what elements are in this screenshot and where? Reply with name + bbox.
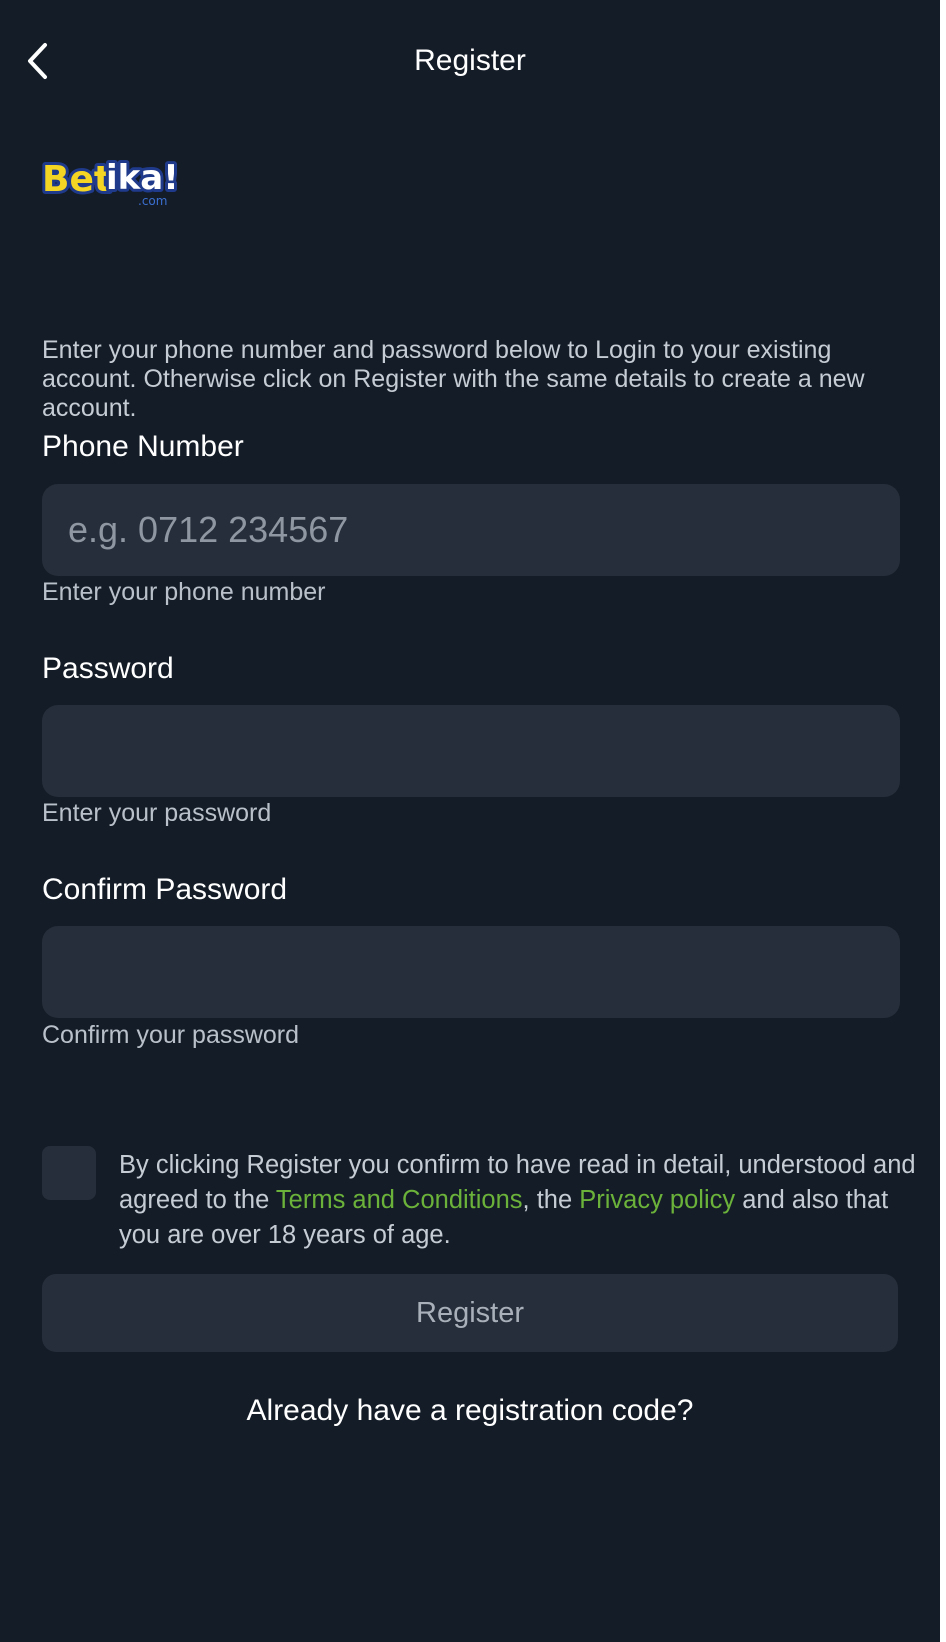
phone-number-field-box bbox=[42, 484, 900, 576]
logo-domain-text: .com bbox=[138, 194, 167, 208]
terms-checkbox[interactable] bbox=[42, 1146, 96, 1200]
betika-logo: Bet ika! .com bbox=[40, 155, 182, 208]
logo-bet-text: Bet bbox=[42, 159, 111, 200]
terms-text: By clicking Register you confirm to have… bbox=[119, 1148, 919, 1253]
phone-number-input[interactable] bbox=[66, 508, 876, 552]
terms-and-conditions-link[interactable]: Terms and Conditions bbox=[276, 1186, 523, 1214]
password-field-box bbox=[42, 705, 900, 797]
register-screen: Register Bet ika! .com Enter your phone … bbox=[0, 0, 940, 1642]
privacy-policy-link[interactable]: Privacy policy bbox=[579, 1186, 735, 1214]
password-input[interactable] bbox=[66, 729, 876, 773]
intro-text: Enter your phone number and password bel… bbox=[42, 336, 865, 422]
confirm-password-helper: Confirm your password bbox=[42, 1021, 300, 1049]
phone-number-helper: Enter your phone number bbox=[42, 578, 326, 606]
password-label: Password bbox=[42, 652, 174, 685]
logo-ika-text: ika! bbox=[106, 158, 179, 198]
password-helper: Enter your password bbox=[42, 799, 272, 827]
registration-code-link[interactable]: Already have a registration code? bbox=[0, 1394, 940, 1428]
confirm-password-label: Confirm Password bbox=[42, 873, 288, 906]
terms-text-part-2: , the bbox=[522, 1186, 580, 1214]
confirm-password-input[interactable] bbox=[66, 950, 876, 994]
page-title: Register bbox=[414, 44, 526, 77]
register-button[interactable]: Register bbox=[42, 1274, 898, 1352]
confirm-password-field-box bbox=[42, 926, 900, 1018]
phone-number-label: Phone Number bbox=[42, 430, 244, 463]
